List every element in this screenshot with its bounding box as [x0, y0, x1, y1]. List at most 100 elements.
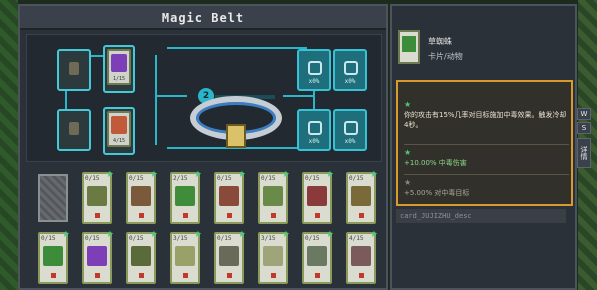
rarity-gem-icon	[95, 273, 100, 278]
card-art	[263, 246, 283, 266]
star-icon: ★	[404, 100, 412, 109]
star-icon: ★	[149, 230, 158, 240]
slot-label: x0%	[308, 78, 320, 85]
card-art	[43, 246, 63, 266]
slot-label: x0%	[344, 138, 356, 145]
magic-belt-panel: Magic Belt 1/15 4/15 x0% x0% x0% x0% 2 0…	[18, 4, 405, 290]
star-icon: ★	[105, 230, 114, 240]
belt-slot-bonus[interactable]: x0%	[297, 49, 331, 91]
card-art	[175, 246, 195, 266]
slot-rune-icon	[308, 61, 322, 75]
belt-slot-equipped[interactable]: 1/15	[103, 45, 135, 93]
card-item[interactable]: 0/15 ★	[38, 230, 70, 284]
card-art	[87, 246, 107, 266]
slot-rune-icon	[344, 121, 358, 135]
slot-rune-icon	[308, 121, 322, 135]
extra-text: +5.00% 对中毒目标	[404, 189, 470, 197]
card-art	[307, 186, 327, 206]
card-description-box: ★ 你的攻击有15%几率对目标施加中毒效果。触发冷却4秒。 ★ +10.00% …	[396, 80, 573, 206]
card-item[interactable]: 3/15 ★	[170, 230, 202, 284]
equipped-card: 1/15	[107, 49, 131, 85]
star-icon: ★	[149, 170, 158, 180]
tab-details[interactable]: 详情	[577, 138, 591, 168]
tab-s[interactable]: S	[577, 122, 591, 134]
card-item[interactable]: 0/15 ★	[346, 170, 378, 224]
rarity-gem-icon	[359, 213, 364, 218]
card-art	[131, 186, 151, 206]
card-item[interactable]: 0/15 ★	[126, 230, 158, 284]
panel-title: Magic Belt	[20, 6, 386, 30]
rarity-gem-icon	[139, 213, 144, 218]
belt-slot-locked[interactable]	[57, 49, 91, 91]
card-item[interactable]: 3/15 ★	[258, 230, 290, 284]
belt-slot-bonus[interactable]: x0%	[333, 49, 367, 91]
star-icon: ★	[193, 170, 202, 180]
card-item[interactable]: 0/15 ★	[302, 170, 334, 224]
belt-slot-bonus[interactable]: x0%	[333, 109, 367, 151]
card-art	[87, 186, 107, 206]
card-count: 3/15	[173, 235, 188, 242]
card-art	[263, 186, 283, 206]
circuit-line	[155, 55, 157, 145]
equipped-card: 4/15	[107, 111, 131, 147]
card-id-bar: card_JUJIZHU_desc	[396, 209, 566, 223]
star-icon: ★	[369, 170, 378, 180]
card-art	[111, 54, 127, 72]
rarity-gem-icon	[227, 213, 232, 218]
card-item[interactable]: 0/15 ★	[82, 230, 114, 284]
card-art	[402, 36, 416, 52]
rarity-gem-icon	[315, 213, 320, 218]
card-type: 卡片/动物	[428, 52, 463, 61]
slot-label: x0%	[308, 138, 320, 145]
card-item[interactable]: 0/15 ★	[82, 170, 114, 224]
card-item[interactable]: 0/15 ★	[214, 170, 246, 224]
card-detail-panel: 草蜘蛛 卡片/动物 ★ 你的攻击有15%几率对目标施加中毒效果。触发冷却4秒。 …	[390, 4, 577, 290]
card-item[interactable]: 0/15 ★	[214, 230, 246, 284]
circuit-line	[283, 95, 313, 97]
card-count: 0/15	[217, 175, 232, 182]
effect-text: 你的攻击有15%几率对目标施加中毒效果。触发冷却4秒。	[404, 111, 567, 129]
tab-w[interactable]: W	[577, 108, 591, 120]
belt-slot-bonus[interactable]: x0%	[297, 109, 331, 151]
card-count: 0/15	[41, 235, 56, 242]
card-count: 0/15	[217, 235, 232, 242]
rarity-gem-icon	[271, 213, 276, 218]
circuit-line	[167, 47, 307, 49]
star-icon: ★	[404, 148, 412, 157]
card-count: 0/15	[129, 175, 144, 182]
lock-icon	[69, 62, 79, 75]
divider	[404, 174, 569, 175]
belt-area: 1/15 4/15 x0% x0% x0% x0% 2	[26, 34, 382, 162]
card-item[interactable]: 0/15 ★	[258, 170, 290, 224]
card-art	[219, 246, 239, 266]
card-item[interactable]: 0/15 ★	[302, 230, 334, 284]
slot-label: x0%	[344, 78, 356, 85]
card-name: 草蜘蛛	[428, 37, 452, 46]
rarity-gem-icon	[315, 273, 320, 278]
card-item[interactable]: 2/15 ★	[170, 170, 202, 224]
card-art	[307, 246, 327, 266]
card-art	[351, 246, 371, 266]
map-background-left	[0, 0, 18, 290]
card-art	[111, 116, 127, 134]
belt-buckle-icon	[226, 124, 246, 148]
rarity-gem-icon	[183, 273, 188, 278]
star-icon: ★	[281, 230, 290, 240]
rarity-gem-icon	[271, 273, 276, 278]
belt-slot-locked[interactable]	[57, 109, 91, 151]
lock-icon	[69, 122, 79, 135]
card-count: 0/15	[85, 175, 100, 182]
rarity-gem-icon	[183, 213, 188, 218]
rarity-gem-icon	[227, 273, 232, 278]
card-count: 0/15	[349, 175, 364, 182]
card-count: 0/15	[85, 235, 100, 242]
card-art	[175, 186, 195, 206]
belt-slot-equipped[interactable]: 4/15	[103, 107, 135, 155]
card-item[interactable]: 0/15 ★	[126, 170, 158, 224]
slot-rune-icon	[344, 61, 358, 75]
deck-back-card[interactable]	[38, 174, 68, 222]
card-item[interactable]: 4/15 ★	[346, 230, 378, 284]
star-icon: ★	[369, 230, 378, 240]
card-art	[219, 186, 239, 206]
bonus-text: +10.00% 中毒伤害	[404, 159, 467, 167]
